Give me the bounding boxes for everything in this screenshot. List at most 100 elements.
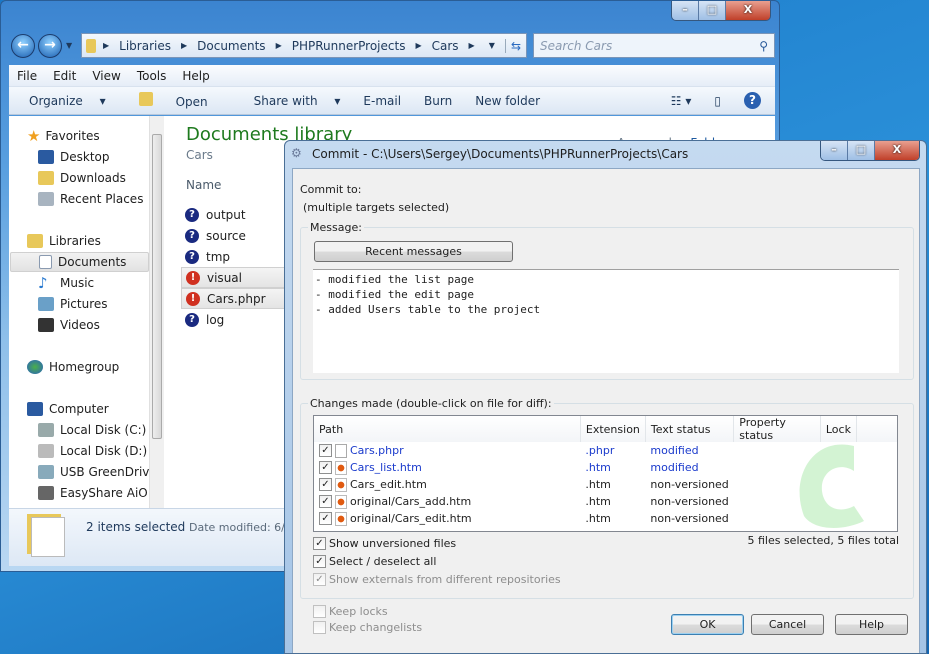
table-row[interactable]: ✓ Cars_edit.htm .htm non-versioned [314,476,897,493]
keep-changelists-checkbox[interactable]: Keep changelists [313,621,422,634]
nav-scrollbar[interactable] [149,116,164,508]
svn-unversioned-overlay-icon: ? [185,312,199,327]
nav-local-disk-c[interactable]: Local Disk (C:) [38,420,146,440]
ok-button[interactable]: OK [671,614,744,635]
show-unversioned-checkbox[interactable]: ✓ Show unversioned files [313,537,456,550]
nav-easyshare[interactable]: EasyShare AiO [38,483,148,503]
svn-modified-overlay-icon: ! [186,270,200,285]
search-input[interactable]: Search Cars ⚲ [533,33,775,58]
select-all-checkbox[interactable]: ✓ Select / deselect all [313,555,436,568]
menu-help[interactable]: Help [182,69,209,83]
row-checkbox[interactable]: ✓ [319,495,332,508]
nav-usb-drive[interactable]: USB GreenDrive ( [38,462,165,482]
nav-homegroup[interactable]: Homegroup [27,357,119,377]
maximize-button[interactable]: □ [699,1,726,20]
row-checkbox[interactable]: ✓ [319,512,332,525]
row-path: Cars.phpr [350,443,404,457]
menu-tools[interactable]: Tools [137,69,167,83]
view-options-icon[interactable]: ☷ ▾ [671,94,692,108]
burn-button[interactable]: Burn [424,94,452,108]
refresh-icon[interactable]: ⇆ [504,38,521,53]
preview-pane-icon[interactable]: ▯ [714,94,721,108]
help-icon[interactable]: ? [744,92,761,109]
documents-icon [39,255,52,269]
row-extension: .phpr [585,444,615,457]
nav-libraries[interactable]: Libraries [27,231,101,251]
folder-open-icon [138,92,153,106]
file-item[interactable]: ! visual [181,267,291,288]
changes-list[interactable]: Path Extension Text status Property stat… [313,415,898,532]
menu-bar: File Edit View Tools Help [9,65,775,87]
share-with-button[interactable]: Share with ▾ [244,94,341,108]
cancel-button[interactable]: Cancel [751,614,824,635]
file-item[interactable]: ? source [181,225,291,246]
nav-recent-places[interactable]: Recent Places [38,189,143,209]
nav-desktop[interactable]: Desktop [38,147,110,167]
column-name[interactable]: Name [186,178,221,192]
organize-button[interactable]: Organize ▾ [19,94,106,108]
nav-pictures[interactable]: Pictures [38,294,108,314]
column-text-status[interactable]: Text status [645,416,735,442]
nav-documents[interactable]: Documents [10,252,149,272]
row-checkbox[interactable]: ✓ [319,461,332,474]
firefox-file-icon [335,477,347,492]
column-lock[interactable]: Lock [820,416,857,442]
close-button[interactable]: X [875,141,919,160]
file-item[interactable]: ? tmp [181,246,291,267]
file-item[interactable]: ? log [181,309,291,330]
back-button[interactable]: ← [11,34,35,58]
row-checkbox[interactable]: ✓ [319,478,332,491]
address-bar[interactable]: ▶ Libraries ▶ Documents ▶ PHPRunnerProjects… [81,33,527,58]
keep-locks-checkbox[interactable]: Keep locks [313,605,388,618]
file-item[interactable]: ? output [181,204,291,225]
chevron-right-icon: ▶ [415,41,422,50]
open-button[interactable]: Open [129,92,221,109]
libraries-icon [27,234,43,248]
email-button[interactable]: E-mail [363,94,401,108]
command-bar: Organize ▾ Open Share with ▾ E-mail Burn… [9,87,775,115]
close-button[interactable]: X [726,1,770,20]
recent-messages-button[interactable]: Recent messages [314,241,513,262]
nav-downloads[interactable]: Downloads [38,168,126,188]
file-item[interactable]: ! Cars.phpr [181,288,291,309]
table-row[interactable]: ✓ Cars.phpr .phpr modified [314,442,897,459]
table-row[interactable]: ✓ original/Cars_edit.htm .htm non-versioned [314,510,897,527]
file-name: log [206,312,225,327]
svn-unversioned-overlay-icon: ? [185,228,199,243]
breadcrumb-item[interactable]: Libraries [119,39,171,53]
new-folder-button[interactable]: New folder [475,94,540,108]
column-path[interactable]: Path [314,416,581,442]
forward-button[interactable]: → [38,34,62,58]
maximize-button[interactable]: □ [848,141,875,160]
breadcrumb-item[interactable]: Documents [197,39,265,53]
message-textarea[interactable]: - modified the list page - modified the … [313,269,899,373]
nav-local-disk-d[interactable]: Local Disk (D:) [38,441,147,461]
menu-file[interactable]: File [17,69,37,83]
svn-modified-overlay-icon: ! [186,291,200,306]
address-dropdown-icon[interactable]: ▼ [489,41,495,50]
column-extension[interactable]: Extension [580,416,646,442]
table-row[interactable]: ✓ Cars_list.htm .htm modified [314,459,897,476]
menu-edit[interactable]: Edit [53,69,76,83]
minimize-button[interactable]: – [821,141,848,160]
row-text-status: modified [650,461,699,474]
row-extension: .htm [585,478,611,491]
breadcrumb-item[interactable]: PHPRunnerProjects [292,39,406,53]
menu-view[interactable]: View [92,69,120,83]
row-path: original/Cars_edit.htm [350,511,472,525]
nav-favorites[interactable]: ★ Favorites [27,126,100,146]
row-checkbox[interactable]: ✓ [319,444,332,457]
svn-unversioned-overlay-icon: ? [185,249,199,264]
nav-videos[interactable]: Videos [38,315,100,335]
show-externals-checkbox[interactable]: ✓ Show externals from different repositor… [313,573,561,586]
file-icon [335,443,347,458]
breadcrumb-item[interactable]: Cars [432,39,459,53]
nav-computer[interactable]: Computer [27,399,109,419]
table-row[interactable]: ✓ original/Cars_add.htm .htm non-versioned [314,493,897,510]
help-button[interactable]: Help [835,614,908,635]
column-property-status[interactable]: Property status [733,416,821,442]
nav-music[interactable]: ♪ Music [38,273,94,293]
recent-pages-dropdown[interactable]: ▼ [66,41,72,50]
minimize-button[interactable]: – [672,1,699,20]
scrollbar-thumb[interactable] [152,134,162,439]
